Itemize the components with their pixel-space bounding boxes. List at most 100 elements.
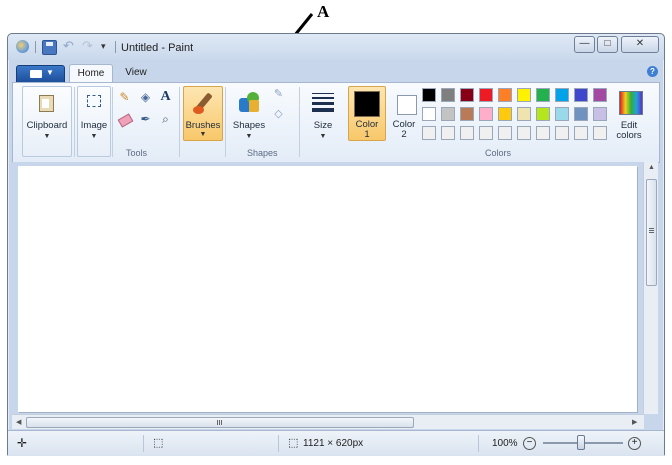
palette-swatch[interactable] xyxy=(517,107,531,121)
zoom-level: 100% xyxy=(492,438,518,449)
scroll-up-arrow-icon[interactable]: ▲ xyxy=(648,164,655,171)
close-button[interactable]: ✕ xyxy=(621,36,659,53)
window-title: Untitled - Paint xyxy=(121,42,194,54)
separator xyxy=(115,41,116,53)
palette-swatch[interactable] xyxy=(441,88,455,102)
palette-swatch[interactable] xyxy=(536,88,550,102)
drawing-canvas[interactable] xyxy=(18,166,637,412)
palette-swatch[interactable] xyxy=(536,107,550,121)
chevron-down-icon: ▼ xyxy=(245,133,253,140)
palette-swatch[interactable] xyxy=(441,107,455,121)
color2-button[interactable]: Color 2 xyxy=(387,86,421,141)
maximize-button[interactable]: □ xyxy=(597,36,618,53)
palette-swatch[interactable] xyxy=(422,88,436,102)
help-icon[interactable]: ? xyxy=(647,66,658,77)
fill-shape-icon[interactable]: ◇ xyxy=(271,107,286,122)
palette-swatch[interactable] xyxy=(574,107,588,121)
brushes-label: Brushes xyxy=(185,120,221,131)
clipboard-button[interactable]: Clipboard ▼ xyxy=(22,86,72,157)
color1-swatch xyxy=(354,91,380,117)
color1-number: 1 xyxy=(364,129,370,140)
group-separator xyxy=(299,87,300,157)
edit-colors-label-2: colors xyxy=(616,130,642,141)
palette-swatch[interactable] xyxy=(536,126,550,140)
brushes-button[interactable]: Brushes ▼ xyxy=(183,86,223,141)
palette-swatch[interactable] xyxy=(574,88,588,102)
paint-app-icon[interactable] xyxy=(16,40,29,53)
palette-swatch[interactable] xyxy=(593,107,607,121)
shapes-group-label: Shapes xyxy=(247,148,278,158)
palette-swatch[interactable] xyxy=(555,88,569,102)
redo-icon[interactable]: ↷ xyxy=(82,39,95,53)
horizontal-scroll-thumb[interactable] xyxy=(26,417,414,428)
chevron-down-icon: ▼ xyxy=(90,133,98,140)
group-separator xyxy=(179,87,180,157)
fill-icon[interactable]: ◈ xyxy=(138,90,153,105)
palette-swatch[interactable] xyxy=(441,126,455,140)
cursor-position-icon: ✛ xyxy=(17,436,28,450)
palette-swatch[interactable] xyxy=(498,126,512,140)
colors-group-label: Colors xyxy=(485,148,512,158)
palette-swatch[interactable] xyxy=(593,126,607,140)
palette-swatch[interactable] xyxy=(460,88,474,102)
undo-icon[interactable]: ↶ xyxy=(63,39,76,53)
ribbon: Clipboard ▼ Image ▼ ✎ ◈ A ✒ ⌕ Tools Brus… xyxy=(12,82,660,163)
palette-swatch[interactable] xyxy=(479,88,493,102)
ribbon-tab-row: ▼ Home View ? xyxy=(8,61,664,83)
vertical-scroll-thumb[interactable] xyxy=(646,179,657,286)
magnifier-icon[interactable]: ⌕ xyxy=(158,112,173,127)
text-icon[interactable]: A xyxy=(158,89,173,104)
outline-icon[interactable]: ✎ xyxy=(271,87,286,102)
zoom-out-button[interactable]: − xyxy=(523,437,536,450)
image-button[interactable]: Image ▼ xyxy=(77,86,111,157)
palette-swatch[interactable] xyxy=(498,88,512,102)
palette-swatch[interactable] xyxy=(479,126,493,140)
vertical-scrollbar[interactable]: ▲ xyxy=(643,162,658,414)
palette-swatch[interactable] xyxy=(460,107,474,121)
separator xyxy=(143,435,144,452)
rainbow-icon xyxy=(619,91,643,115)
palette-swatch[interactable] xyxy=(517,126,531,140)
palette-swatch[interactable] xyxy=(498,107,512,121)
color-picker-icon[interactable]: ✒ xyxy=(138,112,153,127)
shapes-icon xyxy=(239,92,261,114)
palette-swatch[interactable] xyxy=(479,107,493,121)
palette-swatch[interactable] xyxy=(555,107,569,121)
tab-view[interactable]: View xyxy=(117,64,155,82)
palette-swatch[interactable] xyxy=(460,126,474,140)
palette-swatch[interactable] xyxy=(517,88,531,102)
chevron-down-icon: ▼ xyxy=(199,131,207,138)
zoom-in-button[interactable]: + xyxy=(628,437,641,450)
palette-swatch[interactable] xyxy=(574,126,588,140)
scroll-left-arrow-icon[interactable]: ◀ xyxy=(16,418,21,426)
zoom-slider-thumb[interactable] xyxy=(577,435,585,450)
palette-swatch[interactable] xyxy=(422,107,436,121)
shapes-label: Shapes xyxy=(232,120,266,131)
tools-group-label: Tools xyxy=(126,148,148,158)
tab-home[interactable]: Home xyxy=(69,64,113,83)
pencil-icon[interactable]: ✎ xyxy=(117,90,132,105)
palette-swatch[interactable] xyxy=(422,126,436,140)
minimize-button[interactable]: — xyxy=(574,36,595,53)
chevron-down-icon: ▼ xyxy=(46,68,54,77)
size-button[interactable]: Size ▼ xyxy=(303,86,343,157)
save-icon[interactable] xyxy=(42,40,57,55)
customize-quick-access-icon[interactable]: ▾ xyxy=(101,40,114,53)
palette-swatch[interactable] xyxy=(555,126,569,140)
eraser-icon[interactable] xyxy=(117,112,134,128)
status-bar: ✛ ⬚ ⬚ 1121 × 620px 100% − + xyxy=(8,430,664,456)
color1-button[interactable]: Color 1 xyxy=(348,86,386,141)
separator xyxy=(278,435,279,452)
edit-colors-button[interactable]: Edit colors xyxy=(611,86,647,148)
shapes-button[interactable]: Shapes ▼ xyxy=(229,86,269,157)
select-icon xyxy=(87,95,101,107)
group-separator xyxy=(225,87,226,157)
paint-menu-button[interactable]: ▼ xyxy=(16,65,65,83)
scroll-right-arrow-icon[interactable]: ▶ xyxy=(632,418,637,426)
line-size-icon xyxy=(312,93,334,112)
group-separator xyxy=(112,87,113,157)
clipboard-label: Clipboard xyxy=(26,120,68,131)
palette-swatch[interactable] xyxy=(593,88,607,102)
canvas-dimensions: 1121 × 620px xyxy=(303,438,364,449)
horizontal-scrollbar[interactable]: ◀ ▶ xyxy=(12,414,644,429)
